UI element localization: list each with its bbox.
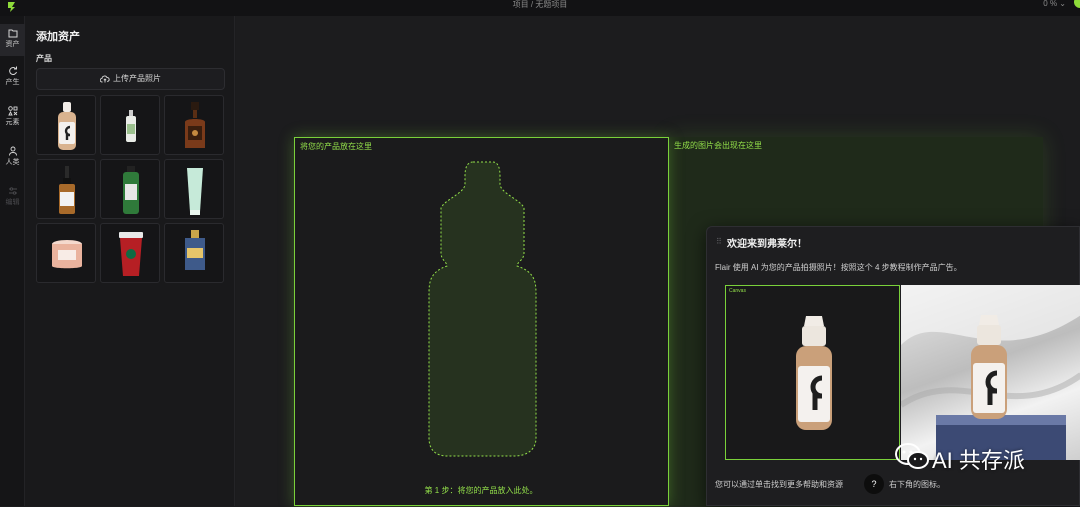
top-bar: 项目 / 无题项目 0 % ⌄: [0, 0, 1080, 16]
canvas-preview-image: Canvas: [725, 285, 900, 460]
product-thumb-red-cup[interactable]: [100, 223, 160, 283]
sliders-icon: [8, 187, 17, 195]
left-rail: 资产 产生 元素 人类 编辑: [0, 16, 25, 506]
help-button[interactable]: ?: [864, 474, 884, 494]
bottle-outline-placeholder: [428, 161, 537, 457]
product-thumb-green-bottle[interactable]: [100, 159, 160, 219]
shapes-icon: [7, 106, 17, 116]
canvas-caption: Canvas: [729, 288, 746, 294]
person-icon: [8, 146, 17, 156]
green-bottle-image: [123, 166, 139, 214]
product-thumb-pink-candle[interactable]: [36, 223, 96, 283]
rail-item-label: 产生: [5, 79, 20, 86]
rail-item-label: 编辑: [5, 199, 20, 206]
rail-item-elements[interactable]: 元素: [0, 106, 25, 134]
drag-handle-icon[interactable]: ⠿: [716, 237, 722, 246]
product-thumb-perfume[interactable]: [164, 223, 224, 283]
cloud-upload-icon: [99, 75, 110, 83]
dropzone-step-text: 第 1 步：将您的产品放入此处。: [424, 486, 538, 495]
rail-item-edit[interactable]: 编辑: [0, 186, 25, 214]
red-cup-image: [119, 232, 143, 276]
pink-candle-image: [52, 240, 82, 269]
watermark: AI 共存派: [892, 440, 1052, 474]
rail-item-generate[interactable]: 产生: [0, 66, 25, 94]
generated-zone-label: 生成的图片会出现在这里: [674, 141, 762, 150]
breadcrumb[interactable]: 项目 / 无题项目: [0, 0, 1080, 10]
mint-tube-image: [187, 168, 203, 215]
product-thumb-white-bottle[interactable]: [100, 95, 160, 155]
product-thumb-serum-dropper[interactable]: [36, 159, 96, 219]
help-text: 您可以通过单击找到更多帮助和资源: [715, 480, 843, 489]
generated-preview-image: [901, 285, 1080, 460]
dropper-bottle-image: [796, 316, 832, 430]
rail-item-label: 人类: [5, 159, 20, 166]
asset-panel: 添加资产 产品 上传产品照片: [25, 16, 235, 506]
rail-item-people[interactable]: 人类: [0, 146, 25, 174]
upload-product-button[interactable]: 上传产品照片: [36, 68, 225, 90]
rail-item-label: 元素: [5, 119, 20, 126]
white-bottle-image: [126, 110, 136, 142]
panel-title: 添加资产: [36, 31, 80, 43]
perfume-image: [185, 230, 205, 270]
dialog-title: 欢迎来到弗莱尔！: [727, 239, 807, 250]
product-dropzone[interactable]: 将您的产品放在这里 第 1 步：将您的产品放入此处。: [294, 137, 669, 506]
brown-bottle-image: [185, 102, 205, 148]
folder-icon: [8, 29, 17, 38]
generated-product-photo: [901, 285, 1080, 460]
section-title: 产品: [36, 54, 52, 63]
dialog-description: Flair 使用 AI 为您的产品拍摄照片！按照这个 4 步教程制作产品广告。: [715, 263, 962, 272]
wechat-logo-icon: [895, 443, 929, 469]
dropper-bottle-image: [58, 102, 76, 150]
help-text-suffix: 右下角的图标。: [889, 480, 945, 489]
zoom-select[interactable]: 0 % ⌄: [1043, 0, 1066, 8]
rail-item-assets[interactable]: 资产: [0, 24, 25, 56]
rail-item-label: 资产: [5, 41, 20, 48]
product-thumb-mint-tube[interactable]: [164, 159, 224, 219]
product-thumb-brown-bottle[interactable]: [164, 95, 224, 155]
refresh-icon: [8, 66, 17, 76]
product-thumb-dropper-bottle[interactable]: [36, 95, 96, 155]
watermark-text: AI 共存派: [932, 448, 1025, 473]
upload-label: 上传产品照片: [113, 74, 161, 83]
serum-dropper-image: [59, 166, 75, 214]
